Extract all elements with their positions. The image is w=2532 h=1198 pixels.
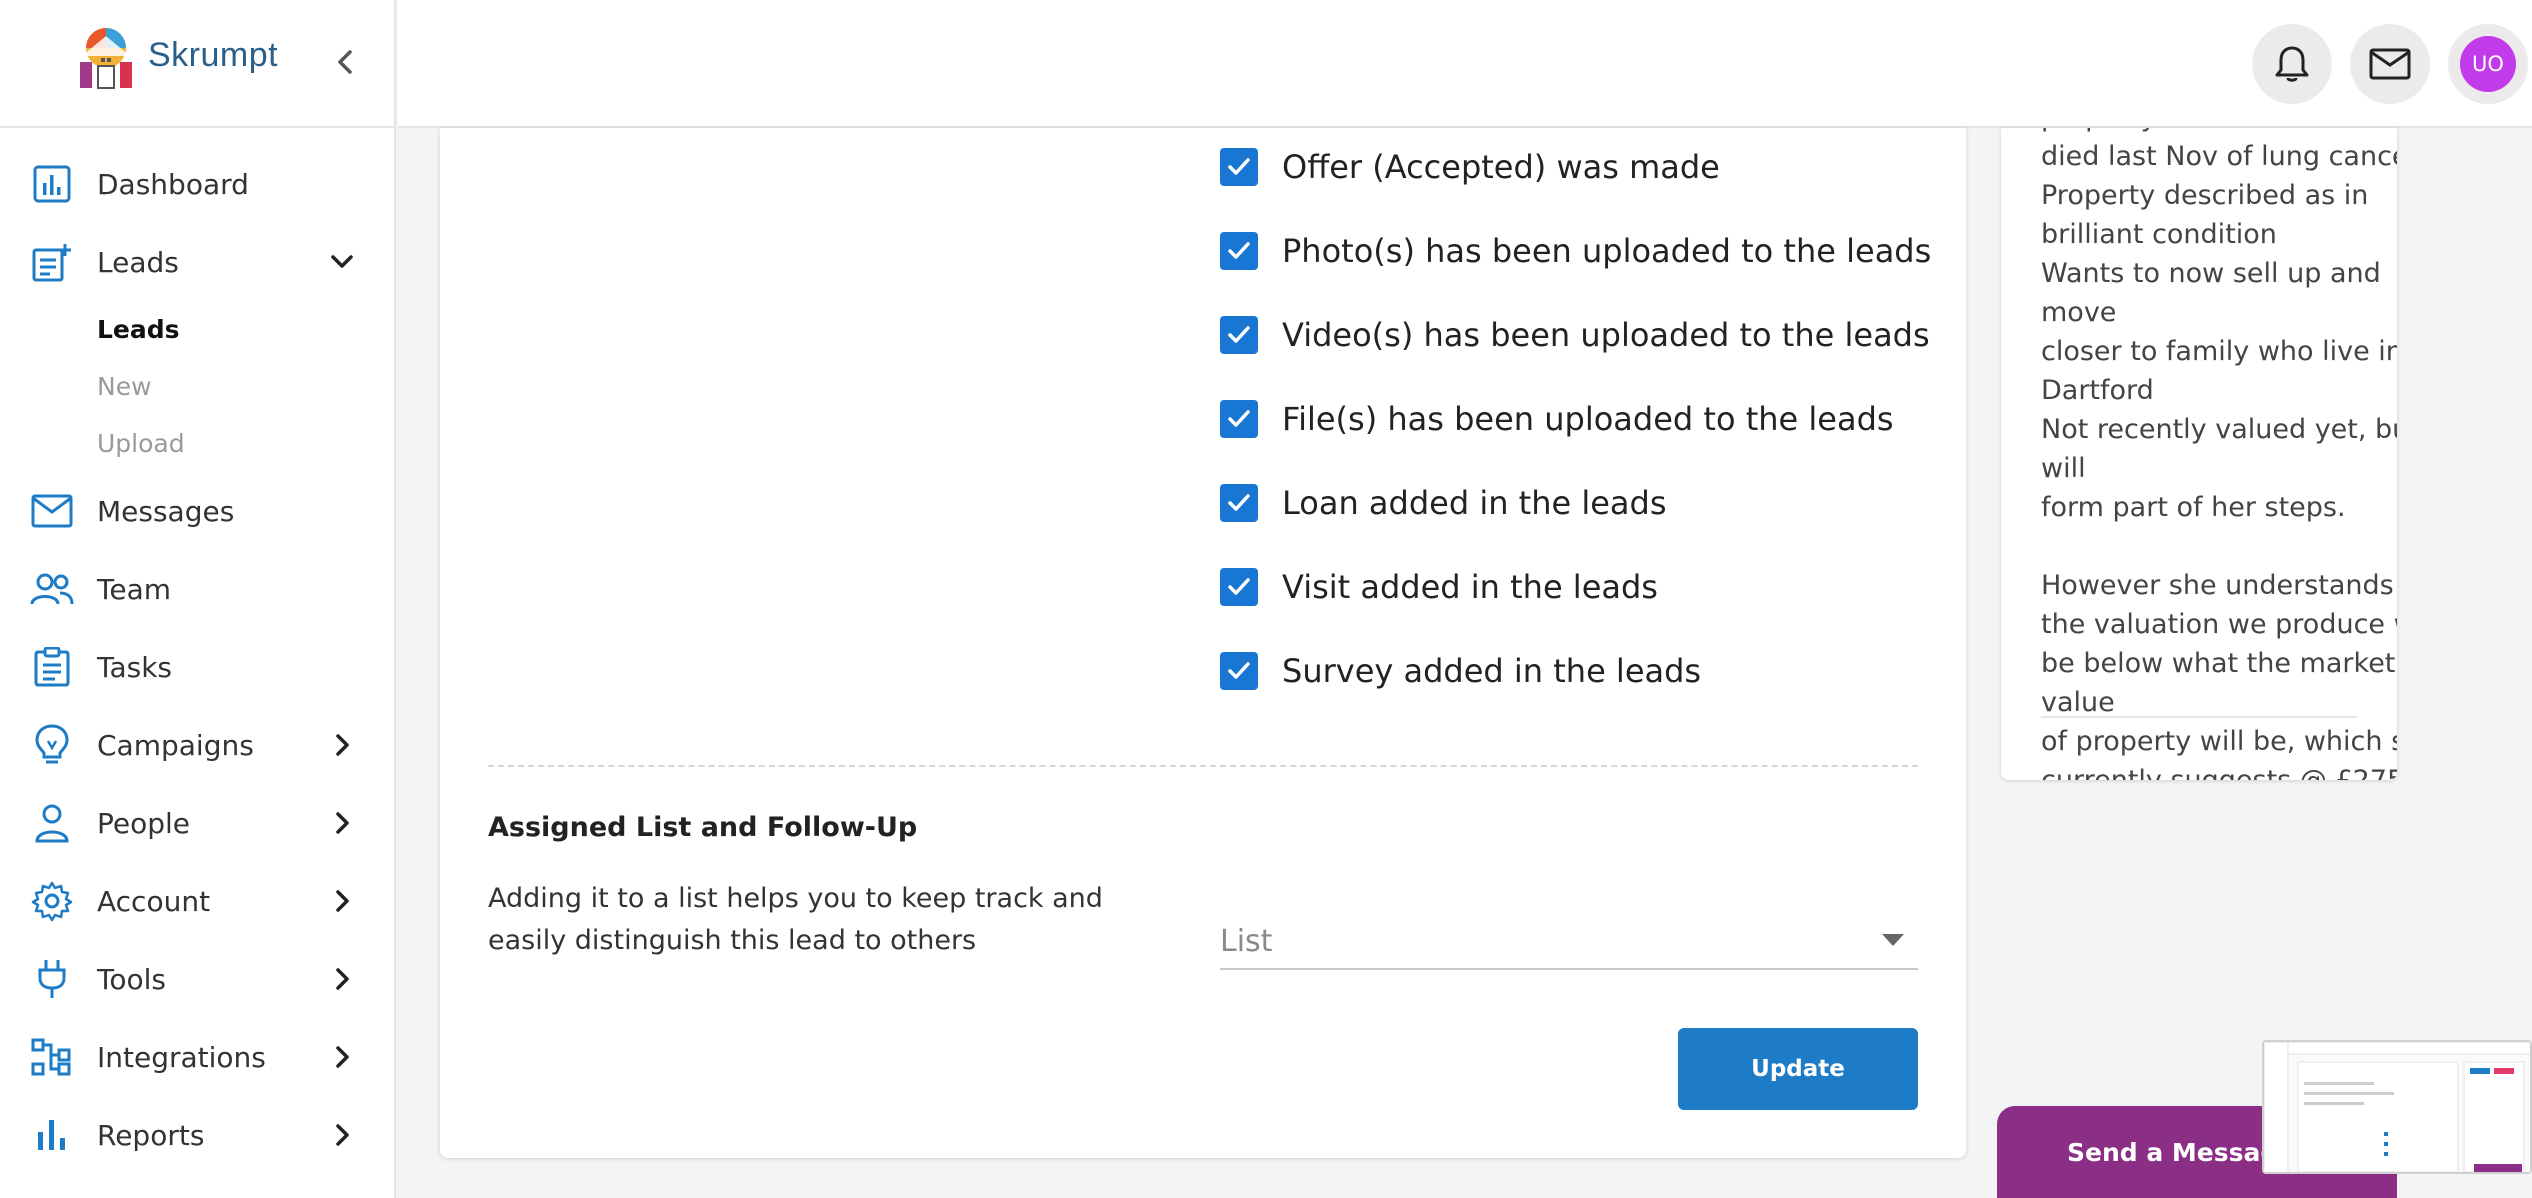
sidebar-item-reports[interactable]: Reports xyxy=(0,1096,394,1174)
checkbox-checked-icon[interactable] xyxy=(1220,316,1258,354)
checkbox-checked-icon[interactable] xyxy=(1220,400,1258,438)
mail-icon[interactable] xyxy=(2350,24,2430,104)
brand-name: Skrumpt xyxy=(148,36,279,74)
top-bar: UO xyxy=(398,0,2532,128)
sidebar-item-label: Dashboard xyxy=(97,167,249,201)
gear-icon xyxy=(30,879,74,923)
checkbox-checked-icon[interactable] xyxy=(1220,148,1258,186)
notification-option[interactable]: Loan added in the leads xyxy=(1220,478,1667,528)
skrumpt-logo-icon[interactable] xyxy=(68,22,144,94)
list-select-placeholder: List xyxy=(1220,924,1273,959)
notification-option[interactable]: Survey added in the leads xyxy=(1220,646,1701,696)
sidebar-subitem-new[interactable]: New xyxy=(0,358,394,415)
sidebar-item-integrations[interactable]: Integrations xyxy=(0,1018,394,1096)
chevron-right-icon[interactable] xyxy=(322,1037,362,1077)
list-select[interactable]: List xyxy=(1220,910,1918,970)
sidebar-item-leads[interactable]: Leads xyxy=(0,223,394,301)
plug-icon xyxy=(30,957,74,1001)
sidebar-item-campaigns[interactable]: Campaigns xyxy=(0,706,394,784)
chevron-right-icon[interactable] xyxy=(322,881,362,921)
sidebar-item-label: Account xyxy=(97,884,211,918)
checkbox-label: File(s) has been uploaded to the leads xyxy=(1282,400,1894,438)
user-menu-button[interactable]: UO xyxy=(2448,24,2528,104)
sidebar-item-label: Tasks xyxy=(97,650,173,684)
chart-icon xyxy=(30,162,74,206)
checkbox-label: Photo(s) has been uploaded to the leads xyxy=(1282,232,1932,270)
checkbox-label: Survey added in the leads xyxy=(1282,652,1702,690)
chevron-right-icon[interactable] xyxy=(322,725,362,765)
sidebar-item-team[interactable]: Team xyxy=(0,550,394,628)
checkbox-checked-icon[interactable] xyxy=(1220,652,1258,690)
lead-note-text: property alone since husband died last N… xyxy=(2041,128,2397,780)
notification-option[interactable]: File(s) has been uploaded to the leads xyxy=(1220,394,1894,444)
lead-notes-card: property alone since husband died last N… xyxy=(2001,128,2397,780)
sidebar-item-label: Tools xyxy=(97,962,166,996)
chevron-right-icon[interactable] xyxy=(322,803,362,843)
lead-settings-card: Offer (Accepted) was made Photo(s) has b… xyxy=(440,128,1966,1158)
sidebar-item-people[interactable]: People xyxy=(0,784,394,862)
bar-chart-icon xyxy=(30,1113,74,1157)
checkbox-label: Loan added in the leads xyxy=(1282,484,1667,522)
sidebar-item-account[interactable]: Account xyxy=(0,862,394,940)
sidebar-item-label: Campaigns xyxy=(97,728,254,762)
checkbox-checked-icon[interactable] xyxy=(1220,484,1258,522)
brand-header: Skrumpt xyxy=(0,0,394,128)
checkbox-checked-icon[interactable] xyxy=(1220,568,1258,606)
sidebar-item-label: Team xyxy=(97,572,172,606)
assigned-list-description: Adding it to a list helps you to keep tr… xyxy=(488,883,1103,956)
sidebar-nav: Dashboard Leads Leads New Upload Message… xyxy=(0,145,394,1174)
sidebar-item-dashboard[interactable]: Dashboard xyxy=(0,145,394,223)
person-icon xyxy=(30,801,74,845)
team-icon xyxy=(30,567,74,611)
sidebar: Skrumpt Dashboard Leads Leads New Upload xyxy=(0,0,396,1198)
chevron-down-icon[interactable] xyxy=(322,242,362,282)
notification-option[interactable]: Video(s) has been uploaded to the leads xyxy=(1220,310,1930,360)
leads-icon xyxy=(30,240,74,284)
clipboard-icon xyxy=(30,645,74,689)
notification-option[interactable]: Visit added in the leads xyxy=(1220,562,1658,612)
checkbox-label: Video(s) has been uploaded to the leads xyxy=(1282,316,1930,354)
chevron-right-icon[interactable] xyxy=(322,1115,362,1155)
sidebar-item-tasks[interactable]: Tasks xyxy=(0,628,394,706)
integrations-icon xyxy=(30,1035,74,1079)
collapse-sidebar-icon[interactable] xyxy=(328,42,362,82)
sidebar-subitem-leads[interactable]: Leads xyxy=(0,301,394,358)
sidebar-item-label: Messages xyxy=(97,494,235,528)
notifications-bell-icon[interactable] xyxy=(2252,24,2332,104)
lightbulb-icon xyxy=(30,723,74,767)
dropdown-arrow-icon xyxy=(1882,934,1904,946)
checkbox-label: Visit added in the leads xyxy=(1282,568,1658,606)
chevron-right-icon[interactable] xyxy=(322,959,362,999)
checkbox-checked-icon[interactable] xyxy=(1220,232,1258,270)
sidebar-item-label: Reports xyxy=(97,1118,205,1152)
sidebar-item-label: Leads xyxy=(97,245,179,279)
section-divider xyxy=(488,765,1918,767)
notification-option[interactable]: Offer (Accepted) was made xyxy=(1220,142,1720,192)
avatar: UO xyxy=(2460,36,2516,92)
sidebar-item-tools[interactable]: Tools xyxy=(0,940,394,1018)
assigned-list-title: Assigned List and Follow-Up xyxy=(488,812,918,843)
checkbox-label: Offer (Accepted) was made xyxy=(1282,148,1720,186)
update-button[interactable]: Update xyxy=(1678,1028,1918,1110)
mail-icon xyxy=(30,489,74,533)
screenshot-thumbnail[interactable] xyxy=(2262,1040,2532,1174)
notes-divider xyxy=(2041,716,2357,718)
sidebar-item-messages[interactable]: Messages xyxy=(0,472,394,550)
notification-option[interactable]: Photo(s) has been uploaded to the leads xyxy=(1220,226,1931,276)
sidebar-item-label: People xyxy=(97,806,191,840)
sidebar-subitem-upload[interactable]: Upload xyxy=(0,415,394,472)
sidebar-item-label: Integrations xyxy=(97,1040,266,1074)
